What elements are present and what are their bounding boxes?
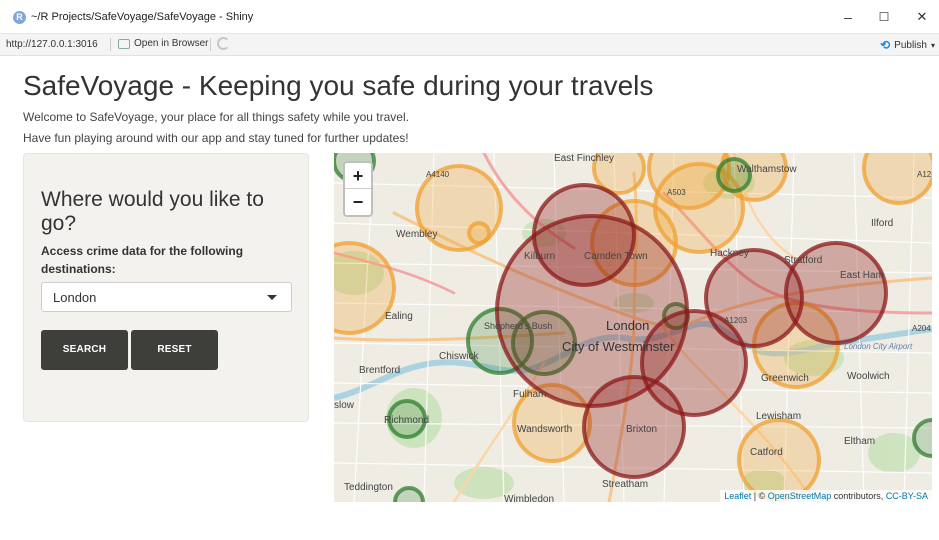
r-app-icon: R: [13, 11, 26, 24]
sidebar-panel: Where would you like to go? Access crime…: [23, 153, 309, 422]
label-east-ham: East Ham: [840, 270, 884, 281]
license-link[interactable]: CC-BY-SA: [886, 491, 928, 501]
label-a204: A204: [912, 324, 931, 333]
label-slow: slow: [334, 400, 355, 411]
label-a1203: A1203: [724, 316, 748, 325]
label-ilford: Ilford: [871, 218, 893, 229]
label-woolwich: Woolwich: [847, 371, 890, 382]
label-shepherds-bush: Shepherd's Bush: [484, 321, 552, 331]
minimize-button[interactable]: –: [836, 7, 860, 27]
chevron-down-icon: ▾: [930, 40, 935, 50]
label-eltham: Eltham: [844, 436, 875, 447]
label-streatham: Streatham: [602, 479, 648, 490]
label-richmond: Richmond: [384, 415, 429, 426]
reset-button[interactable]: RESET: [131, 330, 218, 370]
publish-label: Publish: [894, 39, 927, 51]
url-field[interactable]: http://127.0.0.1:3016: [6, 39, 98, 50]
label-camden-town: Camden Town: [584, 251, 648, 262]
zoom-out-button[interactable]: −: [345, 189, 371, 215]
openstreetmap-link[interactable]: OpenStreetMap: [768, 491, 832, 501]
map-attribution: Leaflet | © OpenStreetMap contributors, …: [720, 490, 932, 502]
label-brentford: Brentford: [359, 365, 400, 376]
label-wandsworth: Wandsworth: [517, 424, 572, 435]
open-in-browser-button[interactable]: Open in Browser: [118, 38, 208, 49]
destination-select-value: London: [53, 290, 97, 305]
label-wembley: Wembley: [396, 229, 438, 240]
label-a503: A503: [667, 188, 686, 197]
maximize-button[interactable]: ☐: [872, 7, 896, 27]
label-teddington: Teddington: [344, 482, 393, 493]
label-london: London: [606, 318, 649, 333]
open-in-browser-label: Open in Browser: [134, 38, 209, 49]
label-wimbledon: Wimbledon: [504, 494, 554, 502]
map-tiles: East Finchley Walthamstow A4140 A503 A12…: [334, 153, 932, 502]
destination-select-label: Access crime data for the following dest…: [41, 244, 244, 276]
divider: [110, 38, 111, 51]
label-a12: A12: [917, 170, 932, 179]
label-brixton: Brixton: [626, 424, 657, 435]
welcome-text: Welcome to SafeVoyage, your place for al…: [23, 110, 409, 124]
label-fulham: Fulham: [513, 389, 546, 400]
label-ealing: Ealing: [385, 311, 413, 322]
window-title-bar: R ~/R Projects/SafeVoyage/SafeVoyage - S…: [0, 0, 939, 34]
label-lewisham: Lewisham: [756, 411, 801, 422]
chevron-down-icon: [267, 295, 277, 300]
label-catford: Catford: [750, 447, 783, 458]
sidebar-heading: Where would you like to go?: [41, 188, 264, 235]
label-city-of-westminster: City of Westminster: [562, 339, 675, 354]
label-hackney: Hackney: [710, 248, 749, 259]
label-east-finchley: East Finchley: [554, 153, 614, 164]
zoom-control: + −: [343, 161, 373, 217]
destination-select[interactable]: London: [41, 282, 292, 312]
label-walthamstow: Walthamstow: [737, 164, 797, 175]
refresh-icon[interactable]: [217, 37, 230, 50]
window-title: ~/R Projects/SafeVoyage/SafeVoyage - Shi…: [31, 11, 254, 23]
tagline-text: Have fun playing around with our app and…: [23, 131, 409, 145]
label-kilburn: Kilburn: [524, 251, 555, 262]
crime-map[interactable]: East Finchley Walthamstow A4140 A503 A12…: [334, 153, 932, 502]
zoom-in-button[interactable]: +: [345, 163, 371, 189]
label-chiswick: Chiswick: [439, 351, 479, 362]
attribution-contributors: contributors,: [831, 491, 886, 501]
browser-window-icon: [118, 38, 130, 49]
address-bar: http://127.0.0.1:3016 Open in Browser ⟲ …: [0, 34, 939, 56]
page-title: SafeVoyage - Keeping you safe during you…: [23, 70, 654, 101]
publish-icon: ⟲: [880, 38, 891, 52]
attribution-separator: | ©: [751, 491, 768, 501]
label-greenwich: Greenwich: [761, 373, 809, 384]
label-a4140: A4140: [426, 170, 450, 179]
label-stratford: Stratford: [784, 255, 822, 266]
search-button[interactable]: SEARCH: [41, 330, 128, 370]
close-button[interactable]: ✕: [910, 7, 934, 27]
divider: [210, 38, 211, 51]
publish-button[interactable]: ⟲ Publish ▾: [880, 38, 935, 52]
leaflet-link[interactable]: Leaflet: [724, 491, 751, 501]
label-london-city-airport: London City Airport: [844, 342, 913, 351]
